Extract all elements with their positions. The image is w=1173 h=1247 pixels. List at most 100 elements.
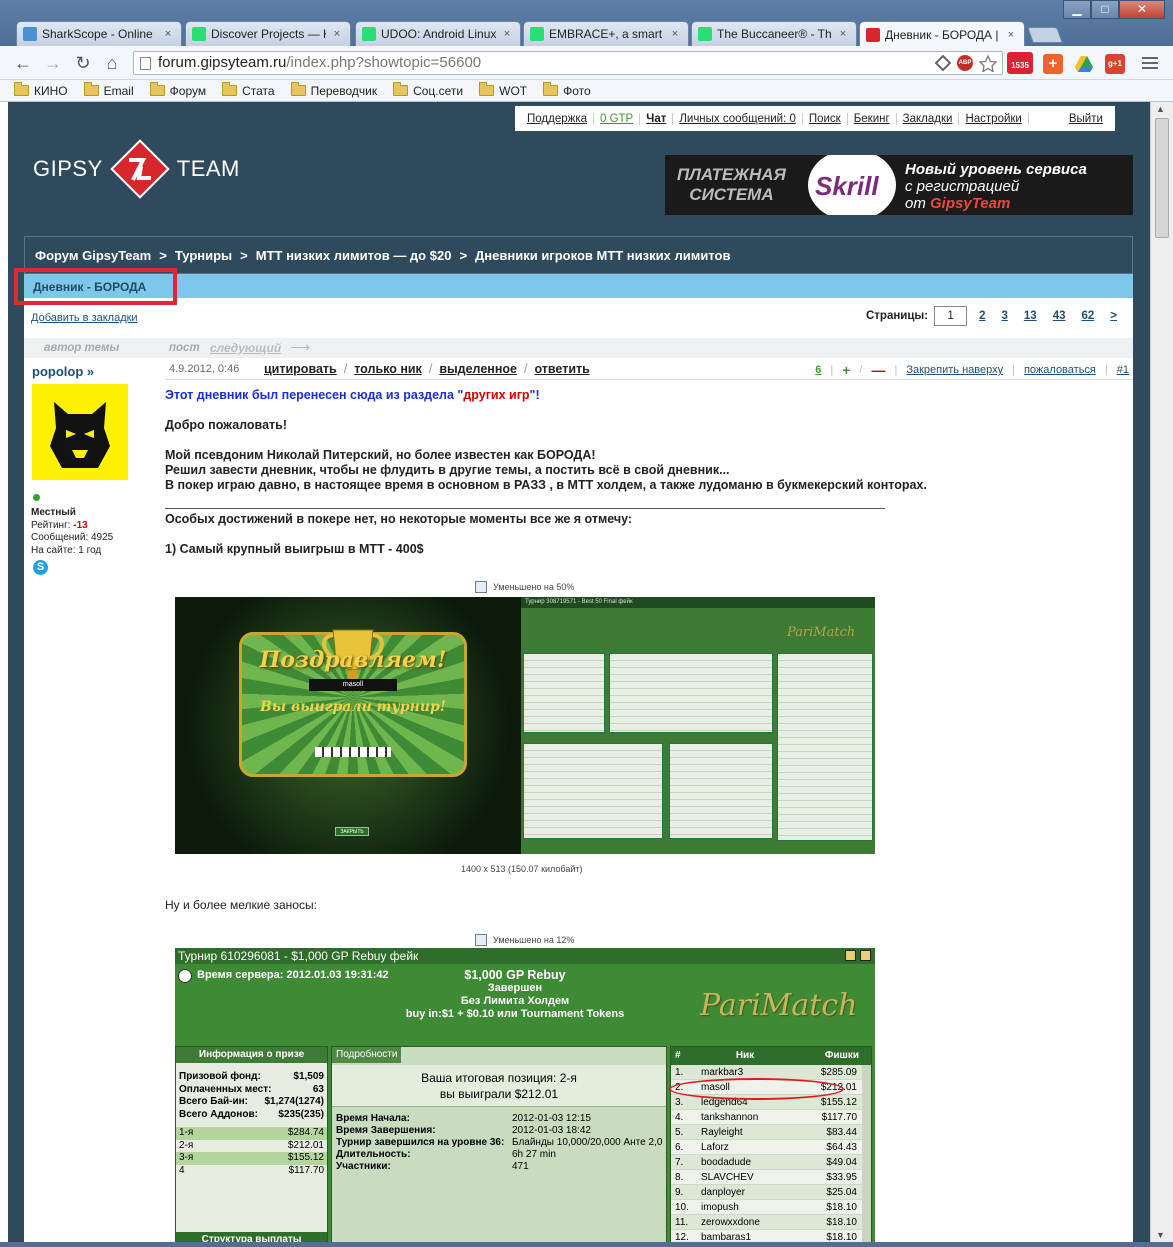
page-3[interactable]: 3	[1001, 310, 1007, 322]
scroll-up-icon[interactable]: ▲	[1156, 104, 1165, 114]
bookmark-folder-5[interactable]: Соц.сети	[393, 82, 463, 98]
translate-icon[interactable]	[935, 55, 951, 71]
tab-0[interactable]: SharkScope - Online ×	[16, 21, 182, 46]
tab-1[interactable]: Discover Projects — K ×	[185, 21, 351, 46]
player-row[interactable]: 10. imopush $18.10	[671, 1200, 871, 1215]
tab-5[interactable]: Дневник - БОРОДА | ×	[859, 21, 1025, 47]
user-messages: Сообщений: 4925	[31, 532, 114, 543]
page-62[interactable]: 62	[1081, 310, 1094, 322]
tab-close-icon[interactable]: ×	[330, 28, 344, 40]
quote-selected-link[interactable]: выделенное	[439, 362, 517, 376]
scroll-thumb[interactable]	[1155, 118, 1169, 238]
page-43[interactable]: 43	[1053, 310, 1066, 322]
menu-icon[interactable]	[1142, 57, 1158, 72]
tab-3[interactable]: EMBRACE+, a smart p ×	[523, 21, 689, 46]
player-row[interactable]: 11. zerowxxdone $18.10	[671, 1215, 871, 1230]
parimatch-logo: PariMatch	[787, 625, 856, 640]
post-rating[interactable]: 6	[815, 364, 821, 376]
reply-link[interactable]: ответить	[534, 362, 589, 376]
next-page[interactable]: >	[1110, 310, 1117, 322]
bookmark-folder-7[interactable]: Фото	[543, 82, 591, 98]
nick-only-link[interactable]: только ник	[354, 362, 422, 376]
google-plus-icon[interactable]: g+1	[1105, 54, 1125, 74]
moved-section-link[interactable]: других игр	[463, 388, 529, 402]
tab-2[interactable]: UDOO: Android Linux ×	[355, 21, 521, 46]
add-bookmark-link[interactable]: Добавить в закладки	[31, 312, 138, 324]
quote-link[interactable]: цитировать	[264, 362, 337, 376]
resize-note-2[interactable]: Уменьшено на 12%	[475, 934, 574, 946]
screenshot-tournament-win[interactable]: Поздравляем! masoll Вы выиграли турнир! …	[175, 597, 875, 854]
tab-close-icon[interactable]: ×	[668, 28, 682, 40]
breadcrumb-tournaments[interactable]: Турниры	[175, 248, 232, 263]
page-2[interactable]: 2	[979, 310, 985, 322]
screenshot-tournament-result[interactable]: Турнир 610296081 - $1,000 GP Rebuy фейк …	[175, 948, 875, 1242]
bookmark-folder-0[interactable]: КИНО	[14, 82, 68, 98]
tab-close-icon[interactable]: ×	[500, 28, 514, 40]
post-number-link[interactable]: #1	[1117, 364, 1129, 376]
player-row[interactable]: 12. bambaras1 $18.10	[671, 1230, 871, 1242]
page-13[interactable]: 13	[1024, 310, 1037, 322]
rate-up-button[interactable]: +	[842, 362, 850, 378]
gmail-icon[interactable]: 1535	[1007, 52, 1033, 74]
bookmark-folder-6[interactable]: WOT	[479, 82, 527, 98]
logout-link[interactable]: Выйти	[1063, 113, 1109, 125]
rate-down-button[interactable]: —	[871, 362, 885, 378]
back-icon[interactable]: ←	[12, 52, 34, 74]
bookmark-folder-2[interactable]: Форум	[149, 82, 206, 98]
player-row[interactable]: 6. Laforz $64.43	[671, 1140, 871, 1155]
messages-link[interactable]: Личных сообщений: 0	[673, 112, 803, 125]
complain-link[interactable]: пожаловаться	[1024, 364, 1096, 376]
user-menu: Поддержка 0 GTP Чат Личных сообщений: 0 …	[515, 106, 1115, 131]
gtp-link[interactable]: 0 GTP	[594, 112, 641, 125]
address-bar[interactable]: forum.gipsyteam.ru/index.php?showtopic=5…	[133, 51, 1003, 75]
player-row[interactable]: 7. boodadude $49.04	[671, 1155, 871, 1170]
breadcrumb-mtt[interactable]: МТТ низких лимитов — до $20	[256, 248, 452, 263]
bookmarks-link[interactable]: Закладки	[897, 112, 960, 125]
drive-icon[interactable]	[1074, 54, 1094, 74]
lobby-minimize-icon	[845, 950, 856, 961]
bookmark-folder-3[interactable]: Стата	[222, 82, 275, 98]
breadcrumb-diaries[interactable]: Дневники игроков МТТ низких лимитов	[475, 248, 730, 263]
browser-tabstrip: SharkScope - Online × Discover Projects — …	[0, 0, 1173, 47]
resize-note-1[interactable]: Уменьшено на 50%	[475, 581, 574, 593]
pin-link[interactable]: Закрепить наверху	[906, 364, 1003, 376]
current-page[interactable]: 1	[934, 306, 968, 326]
forward-icon[interactable]: →	[42, 52, 64, 74]
plus-extension-icon[interactable]: +	[1043, 54, 1063, 74]
backing-link[interactable]: Бекинг	[848, 112, 897, 125]
bookmark-star-icon[interactable]	[979, 55, 997, 72]
home-icon[interactable]: ⌂	[101, 52, 123, 74]
settings-link[interactable]: Настройки	[959, 112, 1029, 125]
player-row[interactable]: 5. Rayleight $83.44	[671, 1125, 871, 1140]
avatar[interactable]	[32, 384, 128, 480]
kickstarter-favicon	[192, 27, 206, 41]
player-row[interactable]: 8. SLAVCHEV $33.95	[671, 1170, 871, 1185]
player-row[interactable]: 4. tankshannon $117.70	[671, 1110, 871, 1125]
gipsyteam-logo[interactable]: GIPSY TEAM	[33, 134, 240, 204]
tab-close-icon[interactable]: ×	[836, 28, 850, 40]
page-scrollbar[interactable]: ▲ ▼	[1150, 102, 1173, 1242]
new-tab-button[interactable]	[1027, 27, 1063, 43]
support-link[interactable]: Поддержка	[521, 112, 594, 125]
skrill-banner[interactable]: ПЛАТЕЖНАЯ СИСТЕМА Skrill Новый уровень се…	[665, 155, 1133, 215]
bookmark-folder-1[interactable]: Email	[83, 82, 134, 98]
tab-4[interactable]: The Buccaneer® - Th ×	[691, 21, 857, 46]
search-link[interactable]: Поиск	[803, 112, 848, 125]
reload-icon[interactable]: ↻	[72, 52, 94, 74]
tab-close-icon[interactable]: ×	[1004, 29, 1018, 41]
adblock-icon[interactable]: ABP	[957, 55, 973, 71]
skype-icon[interactable]: S	[33, 560, 48, 575]
breadcrumb-forum[interactable]: Форум GipsyTeam	[35, 248, 151, 263]
scroll-down-icon[interactable]: ▼	[1156, 1230, 1165, 1240]
minimize-button[interactable]: ▁	[1063, 0, 1091, 19]
maximize-button[interactable]: □	[1091, 0, 1119, 19]
chat-link[interactable]: Чат	[640, 112, 674, 125]
next-post-link[interactable]: следующий	[210, 341, 281, 355]
post-author[interactable]: popolop »	[32, 364, 94, 379]
logo-text-left: GIPSY	[33, 156, 103, 181]
tab-close-icon[interactable]: ×	[161, 28, 175, 40]
player-row[interactable]: 9. danployer $25.04	[671, 1185, 871, 1200]
close-window-button[interactable]: ✕	[1119, 0, 1165, 19]
bookmark-folder-4[interactable]: Переводчик	[290, 82, 377, 98]
smaller-wins-text: Ну и более мелкие заносы:	[165, 898, 317, 912]
